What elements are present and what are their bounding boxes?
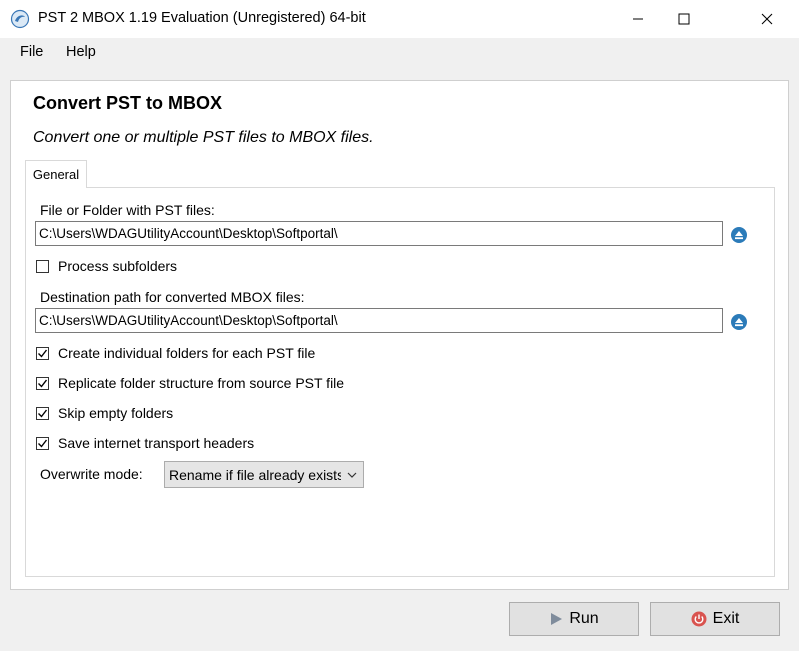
skip-empty-folders-checkbox[interactable]: Skip empty folders [36, 403, 173, 423]
checkbox-box[interactable] [36, 346, 49, 360]
browse-source-icon[interactable] [730, 226, 748, 244]
tab-general[interactable]: General [25, 160, 87, 188]
overwrite-mode-value: Rename if file already exists [169, 467, 341, 483]
create-individual-folders-label: Create individual folders for each PST f… [58, 345, 316, 361]
minimize-icon [633, 18, 643, 20]
process-subfolders-checkbox[interactable]: Process subfolders [36, 256, 177, 276]
browse-destination-icon[interactable] [730, 313, 748, 331]
chevron-down-icon [347, 472, 357, 478]
window-title: PST 2 MBOX 1.19 Evaluation (Unregistered… [38, 10, 366, 26]
close-button[interactable] [744, 0, 790, 38]
exit-button-label: Exit [712, 610, 740, 627]
save-transport-headers-checkbox[interactable]: Save internet transport headers [36, 433, 254, 453]
checkmark-icon [38, 409, 48, 418]
menu-bar: File Help [0, 38, 799, 68]
overwrite-mode-label: Overwrite mode: [40, 466, 143, 482]
main-panel: Convert PST to MBOX Convert one or multi… [10, 80, 789, 590]
destination-label: Destination path for converted MBOX file… [40, 289, 305, 305]
process-subfolders-label: Process subfolders [58, 258, 178, 274]
page-title: Convert PST to MBOX [33, 93, 223, 113]
power-icon [691, 611, 707, 627]
overwrite-mode-select[interactable]: Rename if file already exists [164, 461, 364, 488]
close-icon [761, 13, 773, 25]
menu-file[interactable]: File [20, 44, 43, 60]
create-individual-folders-checkbox[interactable]: Create individual folders for each PST f… [36, 343, 315, 363]
replicate-folder-structure-label: Replicate folder structure from source P… [58, 375, 345, 391]
title-bar: PST 2 MBOX 1.19 Evaluation (Unregistered… [0, 0, 799, 38]
checkbox-box[interactable] [36, 406, 49, 420]
app-icon [10, 9, 30, 29]
checkbox-box[interactable] [36, 436, 49, 450]
save-transport-headers-label: Save internet transport headers [58, 435, 255, 451]
run-button-label: Run [569, 610, 599, 627]
tab-page-general: File or Folder with PST files: C:\Users\… [25, 187, 775, 577]
replicate-folder-structure-checkbox[interactable]: Replicate folder structure from source P… [36, 373, 344, 393]
exit-button[interactable]: Exit [650, 602, 780, 636]
destination-path-input[interactable]: C:\Users\WDAGUtilityAccount\Desktop\Soft… [35, 308, 723, 333]
checkbox-box[interactable] [36, 376, 49, 390]
checkmark-icon [38, 379, 48, 388]
checkmark-icon [38, 349, 48, 358]
play-icon [549, 612, 563, 626]
source-path-input[interactable]: C:\Users\WDAGUtilityAccount\Desktop\Soft… [35, 221, 723, 246]
maximize-button[interactable] [661, 0, 707, 38]
minimize-button[interactable] [615, 0, 661, 38]
run-button[interactable]: Run [509, 602, 639, 636]
source-label: File or Folder with PST files: [40, 202, 215, 218]
maximize-icon [678, 13, 690, 25]
menu-help[interactable]: Help [66, 44, 96, 60]
skip-empty-folders-label: Skip empty folders [58, 405, 174, 421]
checkbox-box[interactable] [36, 259, 49, 273]
checkmark-icon [38, 439, 48, 448]
page-subtitle: Convert one or multiple PST files to MBO… [33, 129, 374, 146]
